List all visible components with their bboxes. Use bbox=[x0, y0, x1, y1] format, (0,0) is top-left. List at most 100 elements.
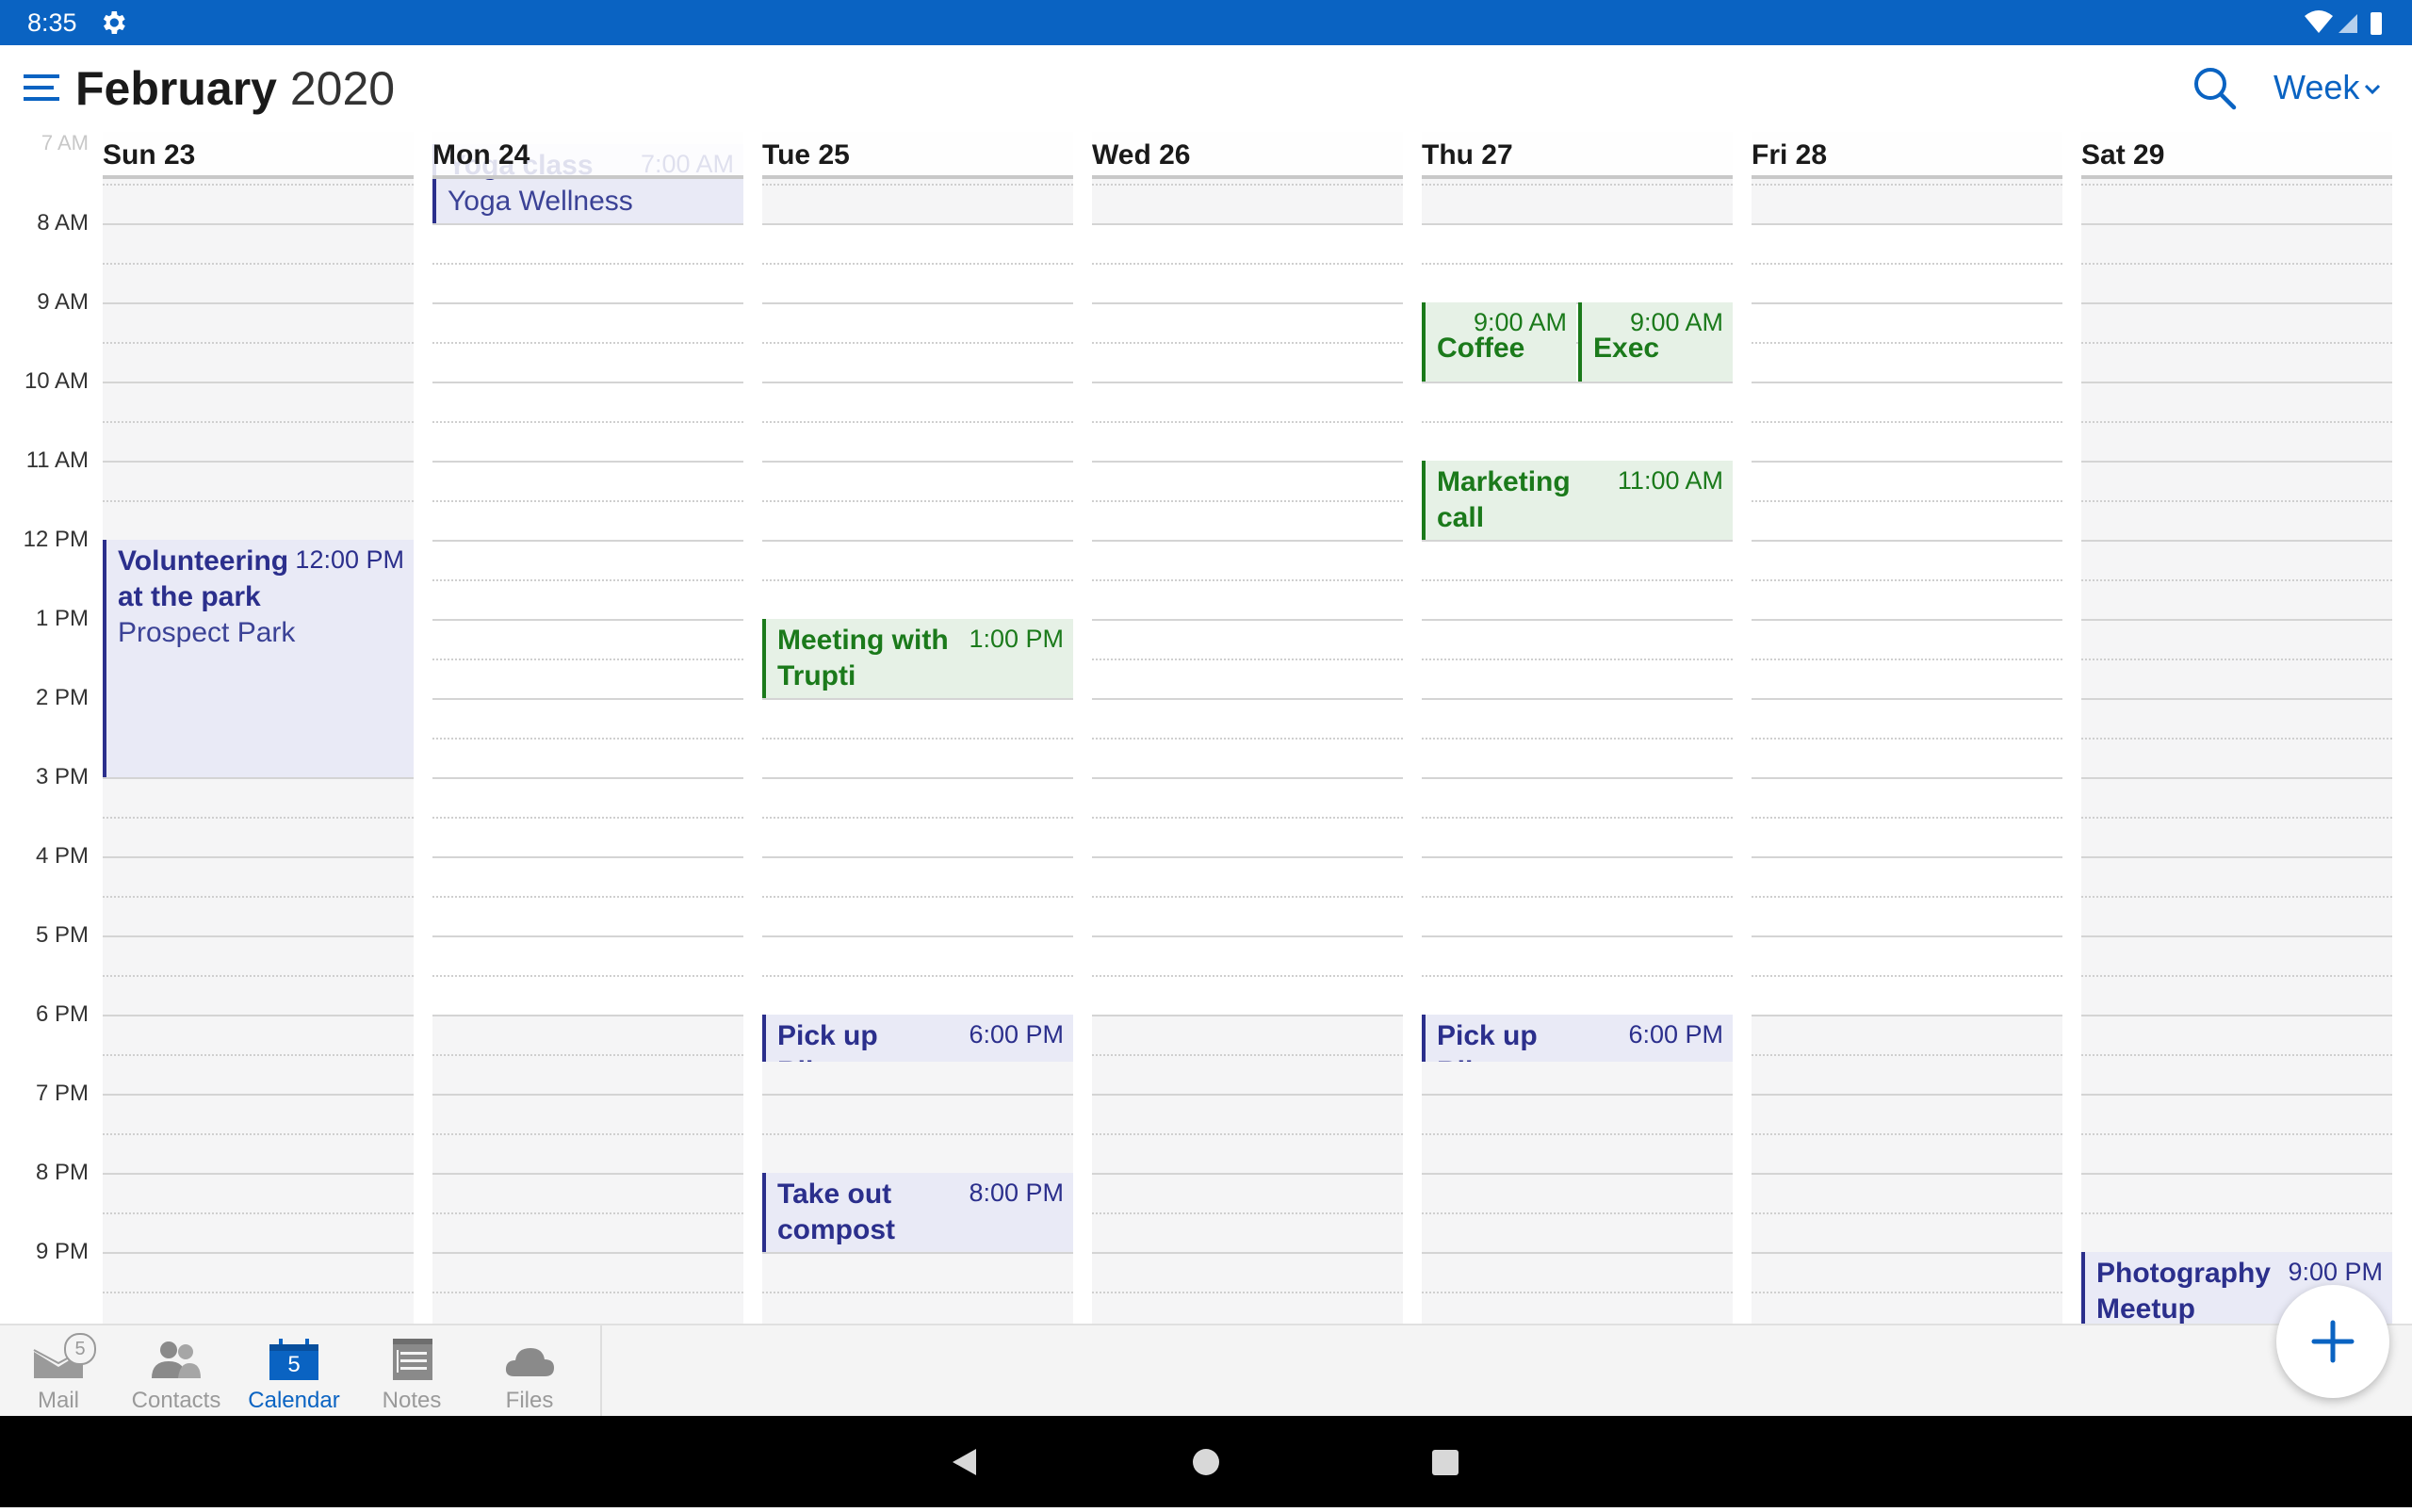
hour-line bbox=[762, 855, 1073, 858]
day-header-rule bbox=[1752, 175, 2062, 179]
half-hour-line bbox=[1092, 1211, 1403, 1214]
calendar-event[interactable]: 8:00 PM Take out compost bbox=[762, 1172, 1073, 1252]
day-column[interactable] bbox=[1092, 132, 1403, 1324]
half-hour-line bbox=[1092, 974, 1403, 977]
day-column[interactable] bbox=[762, 132, 1073, 1324]
calendar-event[interactable]: 12:00 PM Volunteering at the park Prospect… bbox=[103, 539, 414, 777]
day-header-rule bbox=[2081, 175, 2392, 179]
hour-line bbox=[103, 301, 414, 304]
hour-line bbox=[103, 935, 414, 937]
system-status-icons bbox=[2305, 10, 2382, 35]
hour-line bbox=[762, 460, 1073, 463]
event-time: 9:00 PM bbox=[2288, 1257, 2383, 1286]
hour-line bbox=[2081, 776, 2392, 779]
nav-label: Files bbox=[505, 1388, 554, 1413]
search-icon[interactable] bbox=[2191, 64, 2238, 111]
hour-line bbox=[1092, 222, 1403, 225]
half-hour-line bbox=[1092, 895, 1403, 898]
back-icon bbox=[953, 1449, 976, 1475]
day-column[interactable] bbox=[1752, 132, 2062, 1324]
event-time: 11:00 AM bbox=[1617, 465, 1723, 495]
half-hour-line bbox=[1752, 816, 2062, 819]
hour-label: 7 PM bbox=[35, 1080, 89, 1106]
half-hour-line bbox=[762, 895, 1073, 898]
half-hour-line bbox=[432, 420, 743, 423]
day-header: Sun 23 bbox=[103, 132, 414, 179]
status-bar: 8:35 bbox=[0, 0, 2412, 45]
add-event-button[interactable] bbox=[2276, 1285, 2389, 1398]
hour-line bbox=[1752, 935, 2062, 937]
nav-contacts[interactable]: Contacts bbox=[124, 1325, 228, 1418]
day-column[interactable] bbox=[432, 132, 743, 1324]
hour-line bbox=[762, 1251, 1073, 1254]
nav-files[interactable]: Files bbox=[478, 1325, 581, 1418]
week-grid[interactable]: 7 AM 8 AM 9 AM 10 AM 11 AM 12 PM 1 PM 2 PM 3 PM 4… bbox=[0, 132, 2412, 1324]
day-header-rule bbox=[103, 175, 414, 179]
half-hour-line bbox=[762, 816, 1073, 819]
half-hour-line bbox=[2081, 658, 2392, 660]
view-selector[interactable]: Week bbox=[2273, 66, 2382, 109]
nav-notes[interactable]: Notes bbox=[360, 1325, 464, 1418]
title-year: 2020 bbox=[289, 62, 396, 115]
half-hour-line bbox=[1752, 499, 2062, 502]
half-hour-line bbox=[1752, 420, 2062, 423]
hour-line bbox=[2081, 301, 2392, 304]
hour-line bbox=[1092, 1014, 1403, 1016]
hour-line bbox=[1422, 539, 1733, 542]
half-hour-line bbox=[1092, 183, 1403, 186]
half-hour-line bbox=[1092, 658, 1403, 660]
half-hour-line bbox=[103, 420, 414, 423]
half-hour-line bbox=[1752, 1053, 2062, 1056]
calendar-event[interactable]: 1:00 PM Meeting with Trupti bbox=[762, 618, 1073, 698]
hour-line bbox=[432, 776, 743, 779]
half-hour-line bbox=[432, 974, 743, 977]
half-hour-line bbox=[1752, 183, 2062, 186]
hour-line bbox=[2081, 618, 2392, 621]
hour-line bbox=[1092, 1093, 1403, 1096]
half-hour-line bbox=[1092, 1053, 1403, 1056]
calendar-event[interactable]: 6:00 PMPick up Riley— McKlaren bbox=[762, 1014, 1073, 1062]
half-hour-line bbox=[103, 183, 414, 186]
nav-mail[interactable]: 5 Mail bbox=[7, 1325, 110, 1418]
hour-line bbox=[1092, 776, 1403, 779]
day-header: Wed 26 bbox=[1092, 132, 1403, 179]
hour-line bbox=[1092, 697, 1403, 700]
hour-line bbox=[1092, 855, 1403, 858]
calendar-event[interactable]: 9:00 AM Coffee bbox=[1422, 301, 1576, 382]
half-hour-line bbox=[762, 1291, 1073, 1293]
day-label: Sat 29 bbox=[2081, 139, 2165, 171]
half-hour-line bbox=[432, 658, 743, 660]
half-hour-line bbox=[432, 816, 743, 819]
hour-line bbox=[1092, 539, 1403, 542]
half-hour-line bbox=[103, 341, 414, 344]
nav-label: Calendar bbox=[248, 1388, 340, 1413]
day-column[interactable] bbox=[2081, 132, 2392, 1324]
half-hour-line bbox=[1422, 1132, 1733, 1135]
menu-icon[interactable] bbox=[24, 72, 59, 104]
day-offhours-evening bbox=[432, 1014, 743, 1324]
hour-label: 6 PM bbox=[35, 1000, 89, 1027]
hour-line bbox=[762, 539, 1073, 542]
calendar-event[interactable]: 11:00 AM Marketing call bbox=[1422, 460, 1733, 540]
half-hour-line bbox=[1092, 816, 1403, 819]
half-hour-line bbox=[2081, 1053, 2392, 1056]
hour-line bbox=[1092, 1172, 1403, 1175]
half-hour-line bbox=[2081, 1211, 2392, 1214]
nav-calendar[interactable]: 5 Calendar bbox=[242, 1325, 346, 1418]
calendar-event[interactable]: 9:00 AM Exec bbox=[1578, 301, 1733, 382]
half-hour-line bbox=[432, 1291, 743, 1293]
bottom-nav-divider bbox=[600, 1325, 602, 1418]
half-hour-line bbox=[1752, 1132, 2062, 1135]
half-hour-line bbox=[1752, 658, 2062, 660]
calendar-event[interactable]: 6:00 PMPick up Riley— McKlaren bbox=[1422, 1014, 1733, 1062]
day-label: Mon 24 bbox=[432, 139, 530, 171]
half-hour-line bbox=[1752, 974, 2062, 977]
hour-line bbox=[103, 222, 414, 225]
half-hour-line bbox=[432, 499, 743, 502]
hour-label: 3 PM bbox=[35, 763, 89, 789]
cloud-icon bbox=[503, 1339, 556, 1382]
half-hour-line bbox=[762, 737, 1073, 740]
hour-line bbox=[432, 1251, 743, 1254]
hour-line bbox=[1422, 381, 1733, 383]
hour-line bbox=[432, 460, 743, 463]
